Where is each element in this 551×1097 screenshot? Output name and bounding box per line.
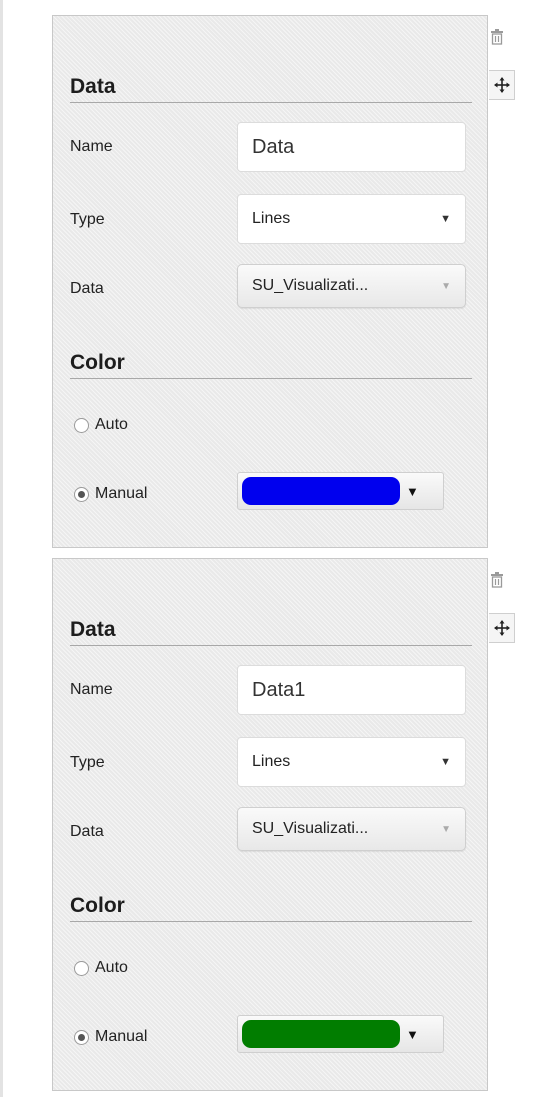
trash-icon	[491, 29, 503, 45]
data-source-select[interactable]: SU_Visualizati... ▼	[237, 807, 466, 851]
name-input[interactable]	[237, 122, 466, 172]
type-select-value: Lines	[252, 753, 291, 770]
auto-radio[interactable]	[74, 960, 89, 976]
color-manual-option[interactable]: Manual	[74, 1028, 147, 1046]
type-select[interactable]: Lines ▼	[237, 194, 466, 244]
color-swatch	[242, 1020, 400, 1048]
color-picker[interactable]: ▼	[237, 1015, 444, 1053]
move-series-handle[interactable]	[489, 70, 515, 100]
name-label: Name	[70, 681, 113, 698]
trash-icon	[491, 572, 503, 588]
caret-down-icon: ▼	[440, 213, 451, 225]
data-section-title: Data	[70, 618, 472, 646]
data-series-panel: Data Name Type Lines ▼ Data SU_Visualiza…	[52, 558, 515, 1091]
manual-radio[interactable]	[74, 486, 89, 502]
data-label: Data	[70, 823, 104, 840]
left-divider	[0, 0, 3, 1097]
name-label: Name	[70, 138, 113, 155]
data-series-panel: Data Name Type Lines ▼ Data SU_Visualiza…	[52, 15, 515, 548]
color-manual-option[interactable]: Manual	[74, 485, 147, 503]
color-swatch	[242, 477, 400, 505]
color-section-title: Color	[70, 894, 472, 922]
name-input[interactable]	[237, 665, 466, 715]
manual-radio-label: Manual	[95, 485, 148, 502]
color-auto-option[interactable]: Auto	[74, 959, 128, 977]
color-section-title: Color	[70, 351, 472, 379]
type-label: Type	[70, 211, 105, 228]
data-source-value: SU_Visualizati...	[252, 820, 369, 837]
type-select-value: Lines	[252, 210, 291, 227]
caret-down-icon: ▼	[406, 1026, 419, 1042]
caret-down-icon: ▼	[440, 756, 451, 768]
auto-radio-label: Auto	[95, 416, 128, 433]
caret-down-icon: ▼	[406, 483, 419, 499]
type-select[interactable]: Lines ▼	[237, 737, 466, 787]
caret-down-icon: ▼	[441, 280, 451, 292]
delete-series-button[interactable]	[487, 26, 507, 48]
data-label: Data	[70, 280, 104, 297]
color-auto-option[interactable]: Auto	[74, 416, 128, 434]
type-label: Type	[70, 754, 105, 771]
move-icon	[493, 620, 510, 636]
delete-series-button[interactable]	[487, 569, 507, 591]
auto-radio-label: Auto	[95, 959, 128, 976]
manual-radio-label: Manual	[95, 1028, 148, 1045]
data-section-title: Data	[70, 75, 472, 103]
caret-down-icon: ▼	[441, 823, 451, 835]
move-icon	[493, 77, 510, 93]
data-source-select[interactable]: SU_Visualizati... ▼	[237, 264, 466, 308]
color-picker[interactable]: ▼	[237, 472, 444, 510]
move-series-handle[interactable]	[489, 613, 515, 643]
manual-radio[interactable]	[74, 1029, 89, 1045]
data-source-value: SU_Visualizati...	[252, 277, 369, 294]
auto-radio[interactable]	[74, 417, 89, 433]
